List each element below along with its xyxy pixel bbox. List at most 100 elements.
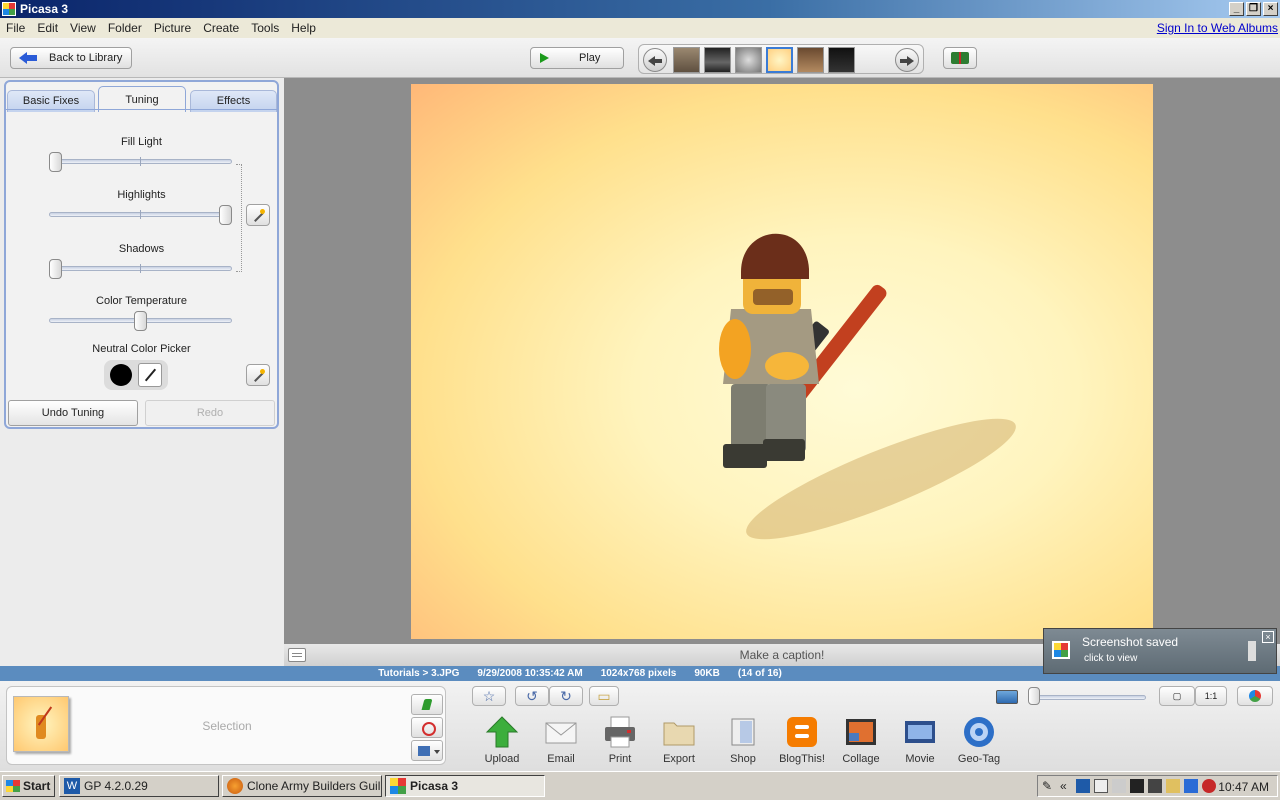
geotag-action[interactable]: Geo-Tag — [949, 715, 1009, 765]
screenshot-notification[interactable]: Screenshot saved click to view × — [1043, 628, 1277, 674]
status-path: Tutorials > 3.JPG — [378, 668, 460, 679]
fill-light-slider-handle[interactable] — [49, 152, 62, 172]
sign-in-link[interactable]: Sign In to Web Albums — [1157, 21, 1278, 35]
upload-label: Upload — [484, 753, 520, 765]
filmstrip-thumb[interactable] — [735, 47, 762, 73]
network-icon[interactable] — [1094, 779, 1108, 793]
highlights-track[interactable] — [49, 210, 232, 219]
filmstrip-thumb-selected[interactable] — [766, 47, 793, 73]
window-title: Picasa 3 — [20, 2, 69, 16]
notification-close-button[interactable]: × — [1262, 631, 1274, 643]
status-dimensions: 1024x768 pixels — [600, 668, 677, 679]
picasa-notification-icon — [1052, 641, 1070, 659]
fit-to-window-button[interactable]: ▢ — [1159, 686, 1195, 706]
restore-button[interactable]: ❐ — [1246, 2, 1261, 16]
status-position: (14 of 16) — [737, 668, 782, 679]
minimize-button[interactable]: _ — [1229, 2, 1244, 16]
collage-icon — [844, 715, 878, 749]
menu-file[interactable]: File — [0, 21, 31, 35]
main-photo[interactable] — [411, 84, 1153, 639]
undo-tuning-button[interactable]: Undo Tuning — [8, 400, 138, 426]
start-button[interactable]: Start — [2, 775, 55, 797]
next-photo-button[interactable] — [895, 48, 919, 72]
print-icon — [603, 715, 637, 749]
wordpress-tray-icon[interactable] — [1076, 779, 1090, 793]
volume-icon[interactable] — [1112, 779, 1126, 793]
print-action[interactable]: Print — [590, 715, 650, 765]
back-arrow-icon — [19, 52, 37, 64]
status-date: 9/29/2008 10:35:42 AM — [477, 668, 583, 679]
menu-view[interactable]: View — [64, 21, 102, 35]
clear-selection-button[interactable] — [411, 717, 443, 738]
rotate-right-button[interactable]: ↻ — [549, 686, 583, 706]
movie-icon — [903, 715, 937, 749]
previous-photo-button[interactable] — [643, 48, 667, 72]
windows-logo-icon — [6, 780, 20, 792]
clock[interactable]: 10:47 AM — [1218, 780, 1269, 794]
monitor-icon[interactable] — [1148, 779, 1162, 793]
battery-icon[interactable] — [1166, 779, 1180, 793]
lego-minifigure-image — [719, 233, 1016, 540]
rotate-right-icon: ↻ — [560, 688, 572, 704]
auto-contrast-bracket — [236, 164, 242, 272]
geotag-label: Geo-Tag — [957, 753, 1001, 765]
movie-action[interactable]: Movie — [890, 715, 950, 765]
menu-tools[interactable]: Tools — [245, 21, 285, 35]
notification-subtitle[interactable]: click to view — [1084, 653, 1137, 664]
fill-light-track[interactable] — [49, 157, 232, 166]
hold-selection-button[interactable] — [411, 694, 443, 715]
taskbar-item-picasa[interactable]: Picasa 3 — [385, 775, 545, 797]
photo-tray: Selection ☆ ↺ ↻ ▭ Upload Email Print Exp… — [0, 681, 1280, 771]
auto-color-wand-button[interactable] — [246, 364, 270, 386]
menu-folder[interactable]: Folder — [102, 21, 148, 35]
close-button[interactable]: × — [1263, 2, 1278, 16]
shop-action[interactable]: Shop — [713, 715, 773, 765]
zoom-slider-handle[interactable] — [1028, 687, 1040, 705]
collage-action[interactable]: Collage — [831, 715, 891, 765]
upload-action[interactable]: Upload — [472, 715, 532, 765]
shadows-slider-handle[interactable] — [49, 259, 62, 279]
device-icon[interactable] — [1184, 779, 1198, 793]
highlights-slider-handle[interactable] — [219, 205, 232, 225]
selection-tray: Selection — [6, 686, 446, 765]
pen-icon[interactable]: ✎ — [1042, 779, 1056, 793]
play-button[interactable]: Play — [530, 47, 624, 69]
star-icon: ☆ — [482, 688, 496, 704]
color-temperature-slider-handle[interactable] — [134, 311, 147, 331]
security-icon[interactable] — [1202, 779, 1216, 793]
star-button[interactable]: ☆ — [472, 686, 506, 706]
rotate-left-button[interactable]: ↺ — [515, 686, 549, 706]
menu-help[interactable]: Help — [285, 21, 322, 35]
display-icon[interactable] — [1130, 779, 1144, 793]
filmstrip-thumb[interactable] — [828, 47, 855, 73]
taskbar-item-gp[interactable]: W GP 4.2.0.29 — [59, 775, 219, 797]
back-to-library-button[interactable]: Back to Library — [10, 47, 132, 69]
email-action[interactable]: Email — [531, 715, 591, 765]
edit-panel: Basic Fixes Tuning Effects Fill Light Hi… — [0, 78, 284, 666]
email-icon — [544, 715, 578, 749]
filmstrip-thumb[interactable] — [704, 47, 731, 73]
shop-label: Shop — [730, 753, 756, 765]
add-to-album-button[interactable] — [411, 740, 443, 761]
gift-cd-button[interactable] — [943, 47, 977, 69]
taskbar-item-firefox[interactable]: Clone Army Builders Guil... — [222, 775, 382, 797]
export-action[interactable]: Export — [649, 715, 709, 765]
tray-expand-icon[interactable]: « — [1060, 779, 1074, 793]
filmstrip-thumb[interactable] — [797, 47, 824, 73]
effects-palette-button[interactable] — [1237, 686, 1273, 706]
menu-edit[interactable]: Edit — [31, 21, 64, 35]
menu-picture[interactable]: Picture — [148, 21, 197, 35]
blogthis-action[interactable]: BlogThis! — [772, 715, 832, 765]
filmstrip — [638, 44, 924, 74]
eyedropper-icon[interactable] — [138, 363, 162, 387]
auto-contrast-wand-button[interactable] — [246, 204, 270, 226]
play-label: Play — [579, 52, 601, 64]
redo-button[interactable]: Redo — [145, 400, 275, 426]
menu-create[interactable]: Create — [197, 21, 245, 35]
shadows-track[interactable] — [49, 264, 232, 273]
tag-button[interactable]: ▭ — [589, 686, 619, 706]
filmstrip-thumb[interactable] — [673, 47, 700, 73]
actual-size-button[interactable]: 1:1 — [1195, 686, 1227, 706]
zoom-slider-track[interactable] — [1030, 695, 1146, 700]
back-to-library-label: Back to Library — [49, 52, 123, 64]
